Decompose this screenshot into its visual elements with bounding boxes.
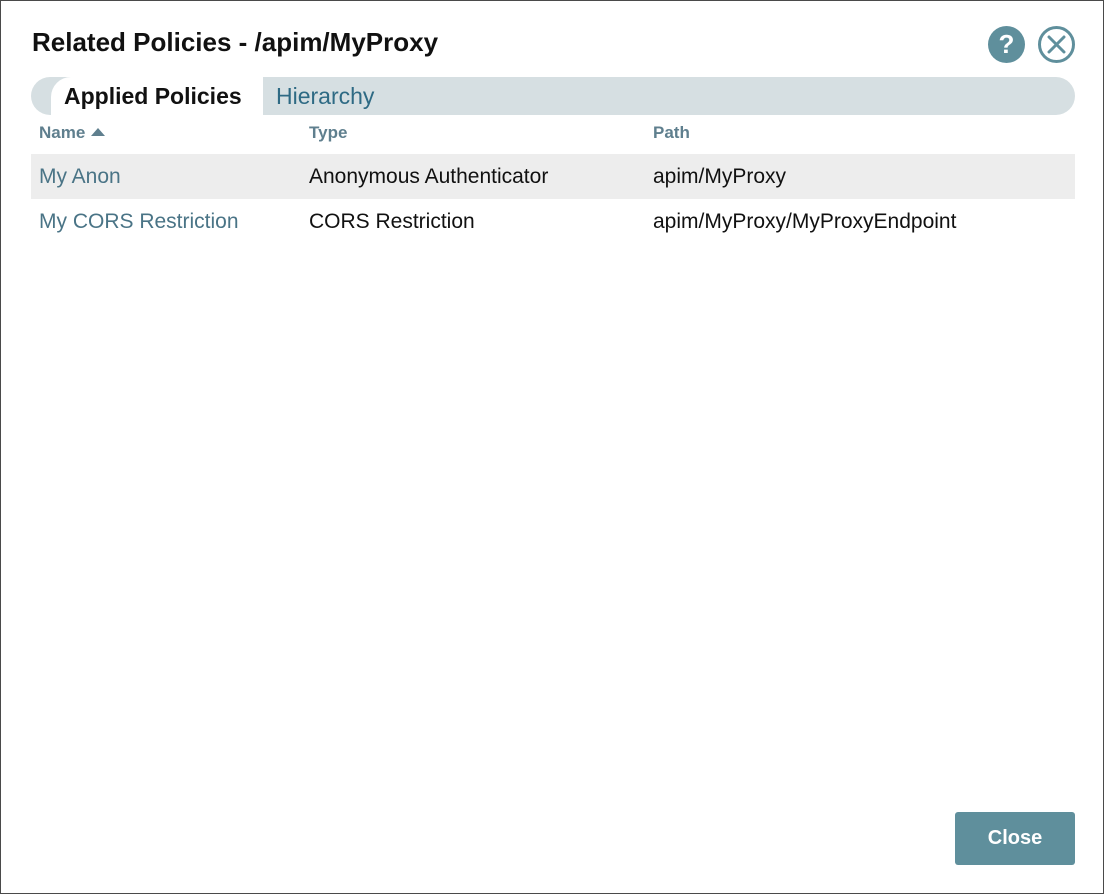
policy-name-link[interactable]: My CORS Restriction xyxy=(39,199,239,244)
policy-path: apim/MyProxy/MyProxyEndpoint xyxy=(653,210,957,233)
close-icon[interactable] xyxy=(1038,26,1075,63)
policy-type: CORS Restriction xyxy=(309,210,475,233)
policy-type: Anonymous Authenticator xyxy=(309,165,549,188)
column-header-name[interactable]: Name xyxy=(39,123,106,143)
column-header-type[interactable]: Type xyxy=(309,123,347,143)
table-row[interactable]: My CORS Restriction CORS Restriction api… xyxy=(31,199,1075,244)
table-row[interactable]: My Anon Anonymous Authenticator apim/MyP… xyxy=(31,154,1075,199)
sort-ascending-icon xyxy=(91,128,106,137)
dialog-title: Related Policies - /apim/MyProxy xyxy=(32,27,439,57)
tab-bar: Applied Policies Hierarchy xyxy=(31,77,1075,115)
close-button[interactable]: Close xyxy=(955,812,1075,865)
column-header-name-label: Name xyxy=(39,123,86,142)
policy-path: apim/MyProxy xyxy=(653,165,787,188)
tab-applied-policies[interactable]: Applied Policies xyxy=(51,77,263,115)
related-policies-dialog: Related Policies - /apim/MyProxy ? Appli… xyxy=(0,0,1104,894)
column-header-path[interactable]: Path xyxy=(653,123,690,143)
policy-name-link[interactable]: My Anon xyxy=(39,154,121,199)
help-icon[interactable]: ? xyxy=(988,26,1025,63)
tab-hierarchy[interactable]: Hierarchy xyxy=(276,77,374,115)
